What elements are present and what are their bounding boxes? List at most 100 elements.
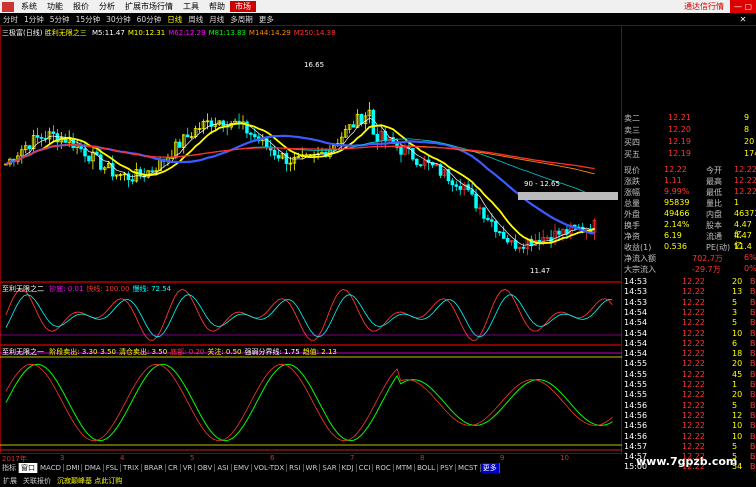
tick-time: 14:55 <box>624 369 648 379</box>
status-subscribe[interactable]: 沉寂颠峰基 点此订购 <box>54 476 125 486</box>
tick-volume: 20 <box>732 390 743 400</box>
quote-value-2: 12.22 <box>734 187 756 196</box>
tick-price: 12.22 <box>682 390 705 400</box>
flow-value: -29.7万 <box>692 265 721 274</box>
period-monthly[interactable]: 月线 <box>206 14 227 25</box>
indicator-tab[interactable]: CCI <box>357 464 374 472</box>
indicator-tab[interactable]: MCST <box>456 464 481 472</box>
period-intraday[interactable]: 分时 <box>0 14 21 25</box>
period-30min[interactable]: 30分钟 <box>103 14 134 25</box>
market-button[interactable]: 市场 <box>230 1 256 12</box>
tick-volume: 18 <box>732 349 743 359</box>
indicator-tab[interactable]: 窗口 <box>19 463 38 473</box>
candle-body <box>399 147 403 155</box>
ask-volume: 8 <box>744 125 750 134</box>
indicator-tab[interactable]: FSL <box>104 464 121 472</box>
moving-average-lines <box>5 117 595 247</box>
candle-body <box>482 207 486 219</box>
indicator-tab[interactable]: PSY <box>438 464 457 472</box>
indicator-tab[interactable]: DMI <box>64 464 83 472</box>
quote-value: 6.19 <box>664 231 682 240</box>
indicator-tab[interactable]: DMA <box>82 464 104 472</box>
quote-value: 9.99% <box>664 187 690 196</box>
indicator-tab[interactable]: ROC <box>373 464 394 472</box>
quote-value-2: 1 <box>734 198 740 207</box>
indicator-tab[interactable]: OBV <box>195 464 216 472</box>
menu-item-quote[interactable]: 报价 <box>68 1 94 12</box>
flow-pct: 0% <box>744 264 756 273</box>
quote-label: 收益(1) <box>624 243 652 252</box>
tick-time: 14:54 <box>624 338 648 348</box>
period-15min[interactable]: 15分钟 <box>73 14 104 25</box>
quote-label-2: 最高 <box>706 177 722 186</box>
period-5min[interactable]: 5分钟 <box>47 14 73 25</box>
sub1-values: 抄底: 0.01 快线: 100.00 慢线: 72.54 <box>46 285 171 293</box>
tick-side: B <box>750 349 756 359</box>
indicator-tab[interactable]: TRIX <box>121 464 142 472</box>
indicator-tabs: 指标 窗口 MACD DMI DMA FSL TRIX BRAR CR VR OBV ASI EMV VO… <box>0 463 622 473</box>
menu-item-analysis[interactable]: 分析 <box>94 1 120 12</box>
indicator-tab[interactable]: EMV <box>232 464 252 472</box>
period-60min[interactable]: 60分钟 <box>134 14 165 25</box>
indicator-tab[interactable]: VR <box>181 464 196 472</box>
sub1-value-1: 快线: 100.00 <box>86 285 130 293</box>
indicator-tab[interactable]: 更多 <box>480 463 500 473</box>
indicator-tab[interactable]: KDJ <box>340 464 357 472</box>
indicator-tab[interactable]: VOL-TDX <box>252 464 288 472</box>
status-linked-quote[interactable]: 关联报价 <box>20 476 54 486</box>
high-annotation: 16.65 <box>304 61 324 69</box>
indicator-name: 胜利无限之三 <box>44 29 87 37</box>
sub1-value-0: 抄底: 0.01 <box>49 285 84 293</box>
candle-body <box>253 134 257 138</box>
period-1min[interactable]: 1分钟 <box>21 14 47 25</box>
candle-body <box>415 158 419 166</box>
quote-panel: 卖二12.219卖三12.208买四12.1920买五12.19174现价12.… <box>622 105 756 471</box>
ask-price: 12.21 <box>668 113 691 122</box>
tick-price: 12.22 <box>682 359 705 369</box>
menu-item-system[interactable]: 系统 <box>16 1 42 12</box>
candle-body <box>557 230 561 235</box>
tick-price: 12.22 <box>682 410 705 420</box>
menu-item-function[interactable]: 功能 <box>42 1 68 12</box>
menu-item-extended-market[interactable]: 扩展市场行情 <box>120 1 178 12</box>
period-more[interactable]: 更多 <box>256 14 277 25</box>
low-annotation: 11.47 <box>530 267 550 275</box>
tick-volume: 10 <box>732 431 743 441</box>
ma-legend-m144: M144:14.29 <box>248 29 291 37</box>
quote-label-2: PE(动) <box>706 243 731 252</box>
tick-price: 12.22 <box>682 349 705 359</box>
tick-time: 14:55 <box>624 359 648 369</box>
stock-title: 三极富(日线) <box>2 29 43 37</box>
indicator-tab[interactable]: SAR <box>320 464 340 472</box>
time-tick-label: 8 <box>420 454 425 462</box>
candle-body <box>272 149 277 156</box>
tick-volume: 5 <box>732 297 738 307</box>
indicator-tab[interactable]: WR <box>304 464 321 472</box>
candle-body <box>39 137 44 139</box>
indicator-tab[interactable]: 指标 <box>0 463 19 473</box>
tick-time: 14:54 <box>624 328 648 338</box>
ask-price: 12.19 <box>668 149 691 158</box>
tick-side: B <box>750 410 756 420</box>
indicator-tab[interactable]: ASI <box>215 464 232 472</box>
status-extend[interactable]: 扩展 <box>0 476 20 486</box>
indicator-tab[interactable]: BOLL <box>415 464 439 472</box>
tick-volume: 20 <box>732 359 743 369</box>
period-weekly[interactable]: 周线 <box>185 14 206 25</box>
indicator-tab[interactable]: CR <box>166 464 181 472</box>
window-controls[interactable]: — ▢ ✕ <box>730 0 756 24</box>
indicator-tab[interactable]: BRAR <box>142 464 166 472</box>
candle-body <box>83 148 87 157</box>
tick-side: B <box>750 452 756 462</box>
quote-label-2: 量比 <box>706 199 722 208</box>
period-daily[interactable]: 日线 <box>164 14 185 25</box>
indicator-tab[interactable]: MACD <box>38 464 64 472</box>
ma-legend: M5:11.47 M10:12.31 M62:12.29 M81:13.83 M144:… <box>89 29 336 37</box>
indicator-tab[interactable]: MTM <box>394 464 416 472</box>
menu-item-tools[interactable]: 工具 <box>178 1 204 12</box>
indicator-tab[interactable]: RSI <box>287 464 304 472</box>
period-multi[interactable]: 多周期 <box>227 14 256 25</box>
menu-item-help[interactable]: 帮助 <box>204 1 230 12</box>
chart-area[interactable]: 15.0014.5014.0013.5013.0012.5012.0011.50… <box>0 25 622 455</box>
order-book-row: 买五 12.19 174 <box>622 149 756 160</box>
